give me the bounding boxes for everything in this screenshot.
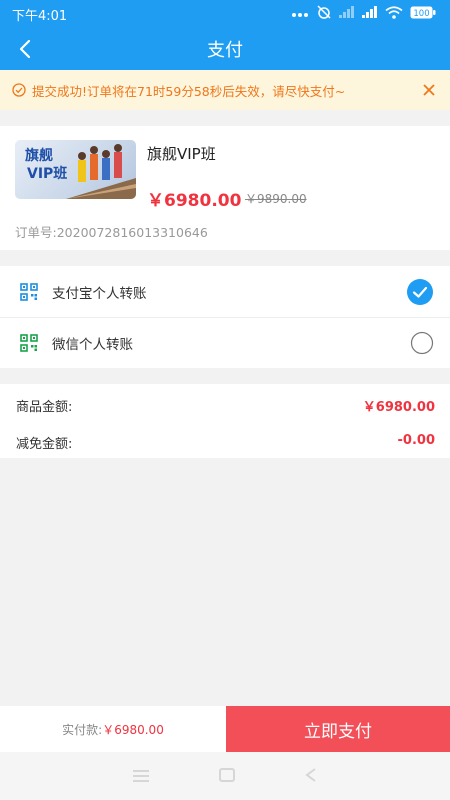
thumbnail-line-2: VIP班	[27, 166, 68, 182]
payment-option-label: 支付宝个人转账	[52, 285, 147, 302]
thumbnail-people-illustration	[66, 144, 136, 199]
check-circle-icon	[12, 83, 26, 97]
product-price: ￥6980.00	[147, 191, 242, 211]
pay-now-button[interactable]: 立即支付	[226, 706, 450, 752]
product-original-price: ￥9890.00	[245, 192, 307, 206]
notice-close-button[interactable]	[418, 79, 440, 101]
order-notice-banner: 提交成功!订单将在71时59分58秒后失效，请尽快支付~	[0, 70, 450, 110]
checkout-bar: 实付款: ￥6980.00 立即支付	[0, 706, 450, 752]
amount-label: 减免金额:	[16, 437, 73, 452]
system-nav-bar	[0, 752, 450, 800]
qr-code-icon	[20, 282, 38, 301]
alarm-off-icon	[316, 5, 332, 23]
status-icons: 100	[291, 5, 436, 23]
total-label: 实付款:	[62, 722, 103, 737]
notice-text: 提交成功!订单将在71时59分58秒后失效，请尽快支付~	[32, 83, 346, 99]
payment-method-list: 支付宝个人转账 微信个人转账	[0, 266, 450, 368]
qr-code-icon	[20, 334, 38, 352]
wifi-icon	[385, 5, 403, 23]
back-arrow-icon	[19, 39, 31, 59]
total-amount: ￥6980.00	[102, 722, 164, 737]
close-icon	[423, 84, 435, 96]
home-icon[interactable]	[219, 767, 235, 786]
status-bar: 下午4:01 100	[0, 0, 450, 28]
amount-value: -0.00	[397, 433, 435, 448]
battery-icon: 100	[410, 6, 436, 23]
signal-icon-1	[339, 6, 355, 22]
app-header: 下午4:01 100 支付	[0, 0, 450, 70]
back-triangle-icon[interactable]	[305, 767, 317, 786]
product-card: 旗舰 VIP班 旗舰VIP班 ￥6980.00 ￥9890.00 订单号:202…	[0, 126, 450, 250]
payment-option-label: 微信个人转账	[52, 337, 133, 353]
back-button[interactable]	[8, 32, 42, 66]
product-title: 旗舰VIP班	[147, 145, 216, 163]
amount-label: 商品金额:	[16, 400, 73, 415]
order-number: 订单号:2020072816013310646	[15, 225, 208, 240]
radio-checked-icon[interactable]	[406, 278, 434, 306]
thumbnail-line-1: 旗舰	[25, 148, 53, 164]
signal-icon-2	[362, 6, 378, 22]
amount-row-discount: 减免金额: -0.00	[0, 421, 450, 458]
amount-summary: 商品金额: ￥6980.00 减免金额: -0.00	[0, 384, 450, 458]
product-thumbnail: 旗舰 VIP班	[15, 140, 136, 199]
status-time: 下午4:01	[12, 8, 68, 24]
nav-bar: 支付	[0, 28, 450, 70]
payment-option-alipay[interactable]: 支付宝个人转账	[0, 266, 450, 317]
page-title: 支付	[207, 40, 243, 61]
amount-row-goods: 商品金额: ￥6980.00	[0, 384, 450, 421]
more-dots-icon	[291, 7, 309, 22]
thumbnail-caption: 旗舰 VIP班	[25, 147, 67, 183]
menu-icon[interactable]	[133, 767, 149, 786]
payment-option-wechat[interactable]: 微信个人转账	[0, 317, 450, 368]
total-payable: 实付款: ￥6980.00	[0, 706, 226, 752]
amount-value: ￥6980.00	[362, 400, 435, 415]
battery-level: 100	[413, 8, 429, 18]
radio-unchecked-icon[interactable]	[410, 331, 434, 355]
